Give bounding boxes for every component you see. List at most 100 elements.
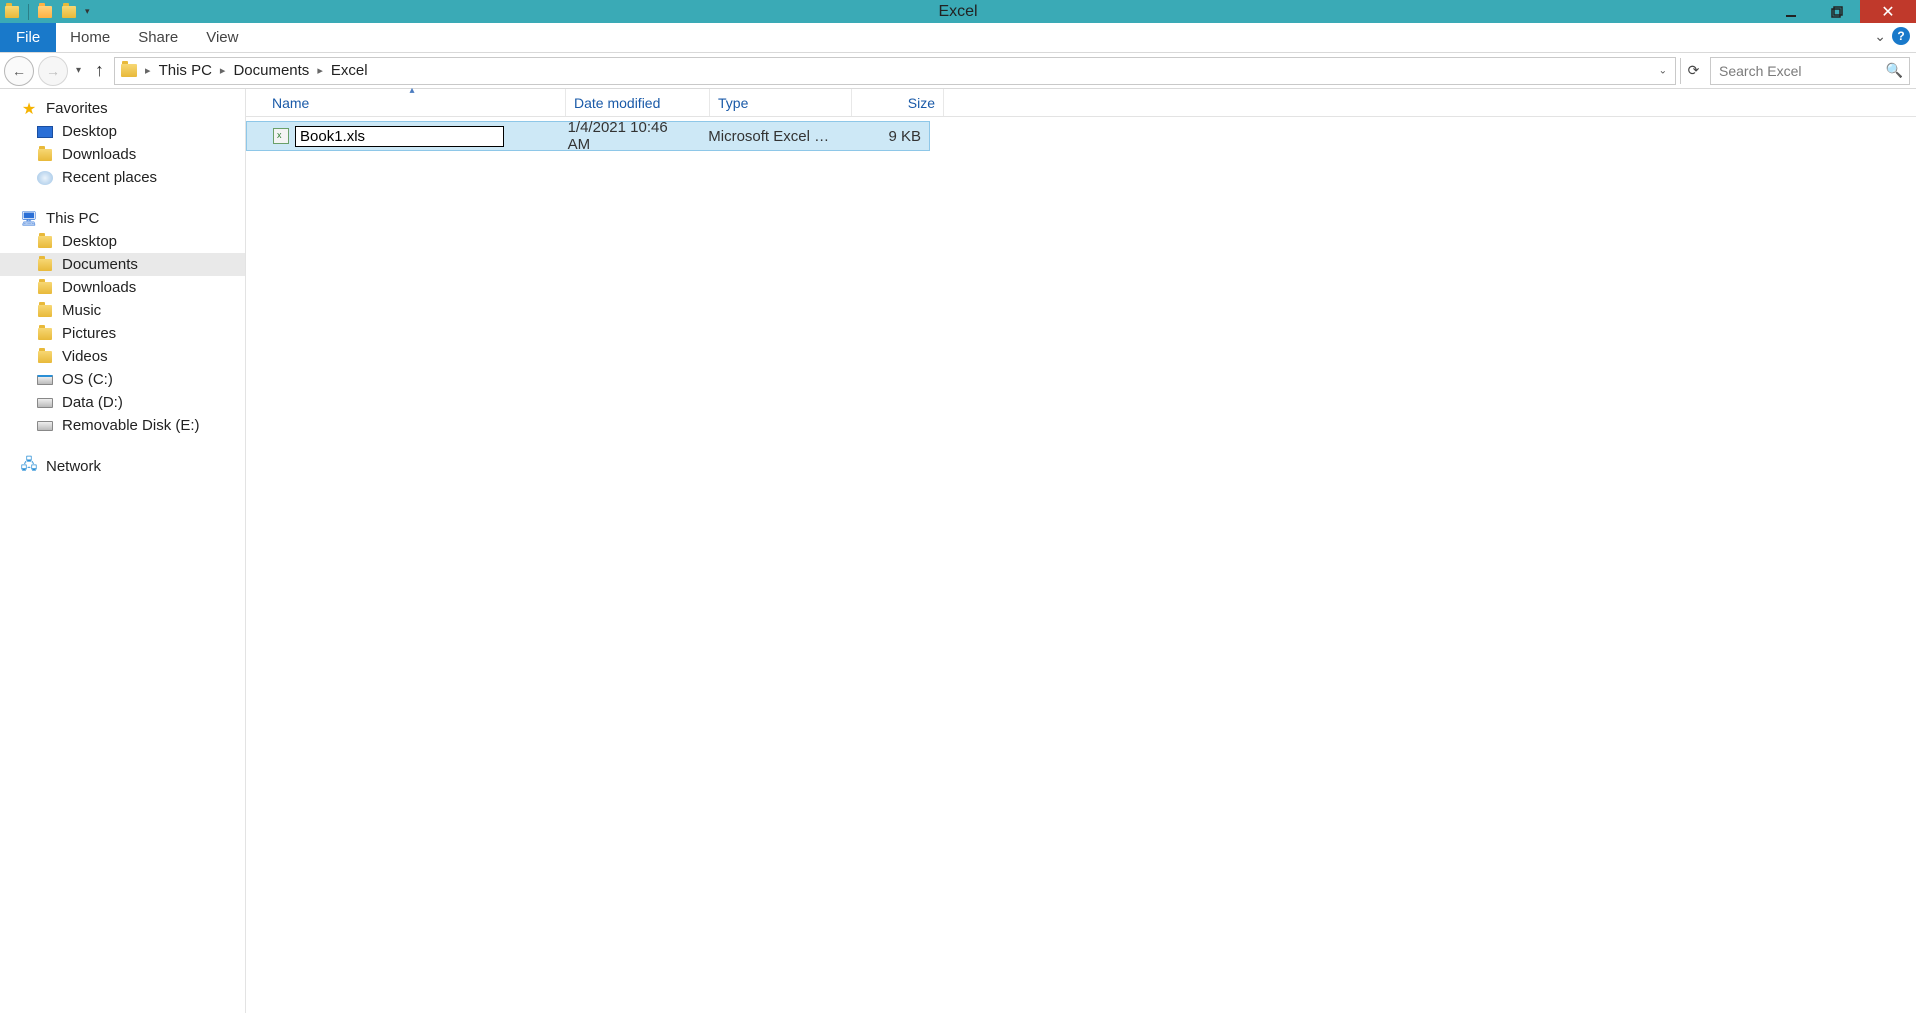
recent-locations-dropdown[interactable]: ▾ bbox=[72, 65, 85, 76]
nav-head-favorites[interactable]: ★ Favorites bbox=[0, 97, 245, 120]
up-button[interactable]: ↑ bbox=[89, 60, 110, 81]
back-button[interactable]: ← bbox=[4, 56, 34, 86]
nav-item-label: Videos bbox=[62, 348, 108, 365]
close-button[interactable]: ✕ bbox=[1860, 0, 1916, 23]
sort-indicator-icon: ▴ bbox=[409, 85, 414, 96]
forward-button[interactable]: → bbox=[38, 56, 68, 86]
column-label: Type bbox=[718, 95, 748, 111]
file-size-cell: 9 KB bbox=[839, 128, 929, 145]
nav-item-pc-documents[interactable]: Documents bbox=[0, 253, 245, 276]
titlebar: ▾ Excel ✕ bbox=[0, 0, 1916, 23]
ribbon-tabs: File Home Share View ⌄ ? bbox=[0, 23, 1916, 53]
nav-item-recent-places[interactable]: Recent places bbox=[0, 166, 245, 189]
nav-head-network[interactable]: 🖧 Network bbox=[0, 455, 245, 478]
nav-item-label: Removable Disk (E:) bbox=[62, 417, 200, 434]
refresh-button[interactable]: ⟳ bbox=[1680, 58, 1706, 84]
address-bar[interactable]: ▸ This PC ▸ Documents ▸ Excel ⌄ bbox=[114, 57, 1676, 85]
folder-icon bbox=[36, 349, 54, 365]
nav-item-label: Music bbox=[62, 302, 101, 319]
help-button[interactable]: ? bbox=[1892, 27, 1910, 45]
ribbon-expand-icon[interactable]: ⌄ bbox=[1874, 28, 1886, 45]
folder-icon bbox=[36, 303, 54, 319]
breadcrumb-sep-icon[interactable]: ▸ bbox=[315, 64, 325, 77]
breadcrumb-sep-icon[interactable]: ▸ bbox=[143, 64, 153, 77]
qat-separator bbox=[28, 4, 29, 20]
file-date-cell: 1/4/2021 10:46 AM bbox=[560, 119, 701, 153]
explorer-body: ★ Favorites Desktop Downloads Recent pla… bbox=[0, 89, 1916, 1013]
pc-icon: 🖥 bbox=[20, 211, 38, 227]
folder-icon bbox=[36, 257, 54, 273]
column-label: Date modified bbox=[574, 95, 660, 111]
column-header-name[interactable]: Name ▴ bbox=[264, 89, 566, 116]
quick-access-toolbar: ▾ bbox=[0, 4, 90, 20]
restore-button[interactable] bbox=[1814, 0, 1860, 23]
qat-folder-icon[interactable] bbox=[4, 4, 20, 20]
navigation-row: ← → ▾ ↑ ▸ This PC ▸ Documents ▸ Excel ⌄ … bbox=[0, 53, 1916, 89]
file-type-cell: Microsoft Excel W... bbox=[700, 128, 839, 145]
nav-item-label: Downloads bbox=[62, 279, 136, 296]
qat-customize-dropdown[interactable]: ▾ bbox=[85, 6, 90, 17]
tab-share[interactable]: Share bbox=[124, 23, 192, 52]
address-history-dropdown[interactable]: ⌄ bbox=[1655, 65, 1671, 76]
file-tab[interactable]: File bbox=[0, 23, 56, 52]
window-controls: ✕ bbox=[1768, 0, 1916, 23]
nav-item-label: Data (D:) bbox=[62, 394, 123, 411]
column-header-size[interactable]: Size bbox=[852, 89, 944, 116]
nav-label: Favorites bbox=[46, 100, 108, 117]
tab-view[interactable]: View bbox=[192, 23, 252, 52]
column-headers: Name ▴ Date modified Type Size bbox=[246, 89, 1916, 117]
file-rename-input[interactable] bbox=[295, 126, 504, 147]
nav-item-pc-desktop[interactable]: Desktop bbox=[0, 230, 245, 253]
nav-item-pc-music[interactable]: Music bbox=[0, 299, 245, 322]
recent-places-icon bbox=[36, 170, 54, 186]
nav-head-this-pc[interactable]: 🖥 This PC bbox=[0, 207, 245, 230]
search-box[interactable]: 🔍 bbox=[1710, 57, 1910, 85]
nav-item-drive-e[interactable]: Removable Disk (E:) bbox=[0, 414, 245, 437]
folder-icon bbox=[36, 234, 54, 250]
nav-item-pc-downloads[interactable]: Downloads bbox=[0, 276, 245, 299]
folder-icon bbox=[36, 326, 54, 342]
network-icon: 🖧 bbox=[20, 459, 38, 475]
nav-item-downloads[interactable]: Downloads bbox=[0, 143, 245, 166]
breadcrumb-this-pc[interactable]: This PC bbox=[159, 62, 212, 79]
nav-group-this-pc: 🖥 This PC Desktop Documents Downloads Mu… bbox=[0, 207, 245, 437]
drive-icon bbox=[36, 418, 54, 434]
nav-item-label: Recent places bbox=[62, 169, 157, 186]
file-row[interactable]: 1/4/2021 10:46 AM Microsoft Excel W... 9… bbox=[246, 121, 930, 151]
breadcrumb-sep-icon[interactable]: ▸ bbox=[218, 64, 228, 77]
drive-icon bbox=[36, 372, 54, 388]
column-label: Name bbox=[272, 95, 309, 111]
qat-open-folder-icon[interactable] bbox=[61, 4, 77, 20]
nav-label: This PC bbox=[46, 210, 99, 227]
tab-home[interactable]: Home bbox=[56, 23, 124, 52]
nav-group-favorites: ★ Favorites Desktop Downloads Recent pla… bbox=[0, 97, 245, 189]
window-title: Excel bbox=[938, 3, 977, 21]
nav-item-desktop[interactable]: Desktop bbox=[0, 120, 245, 143]
folder-icon bbox=[36, 147, 54, 163]
search-icon[interactable]: 🔍 bbox=[1886, 62, 1903, 79]
column-header-date[interactable]: Date modified bbox=[566, 89, 710, 116]
file-list-area[interactable]: Name ▴ Date modified Type Size 1/4/2021 … bbox=[246, 89, 1916, 1013]
nav-item-label: Desktop bbox=[62, 233, 117, 250]
nav-label: Network bbox=[46, 458, 101, 475]
column-header-type[interactable]: Type bbox=[710, 89, 852, 116]
column-label: Size bbox=[908, 95, 935, 111]
folder-icon bbox=[36, 280, 54, 296]
nav-item-drive-c[interactable]: OS (C:) bbox=[0, 368, 245, 391]
minimize-button[interactable] bbox=[1768, 0, 1814, 23]
search-input[interactable] bbox=[1719, 63, 1901, 79]
nav-group-network: 🖧 Network bbox=[0, 455, 245, 478]
excel-file-icon bbox=[273, 128, 289, 144]
nav-item-label: Pictures bbox=[62, 325, 116, 342]
qat-new-folder-icon[interactable] bbox=[37, 4, 53, 20]
file-name-cell[interactable] bbox=[265, 126, 560, 147]
breadcrumb-excel[interactable]: Excel bbox=[331, 62, 368, 79]
nav-item-pc-videos[interactable]: Videos bbox=[0, 345, 245, 368]
drive-icon bbox=[36, 395, 54, 411]
nav-item-label: Documents bbox=[62, 256, 138, 273]
nav-item-drive-d[interactable]: Data (D:) bbox=[0, 391, 245, 414]
breadcrumb-documents[interactable]: Documents bbox=[233, 62, 309, 79]
navigation-pane[interactable]: ★ Favorites Desktop Downloads Recent pla… bbox=[0, 89, 246, 1013]
star-icon: ★ bbox=[20, 101, 38, 117]
nav-item-pc-pictures[interactable]: Pictures bbox=[0, 322, 245, 345]
